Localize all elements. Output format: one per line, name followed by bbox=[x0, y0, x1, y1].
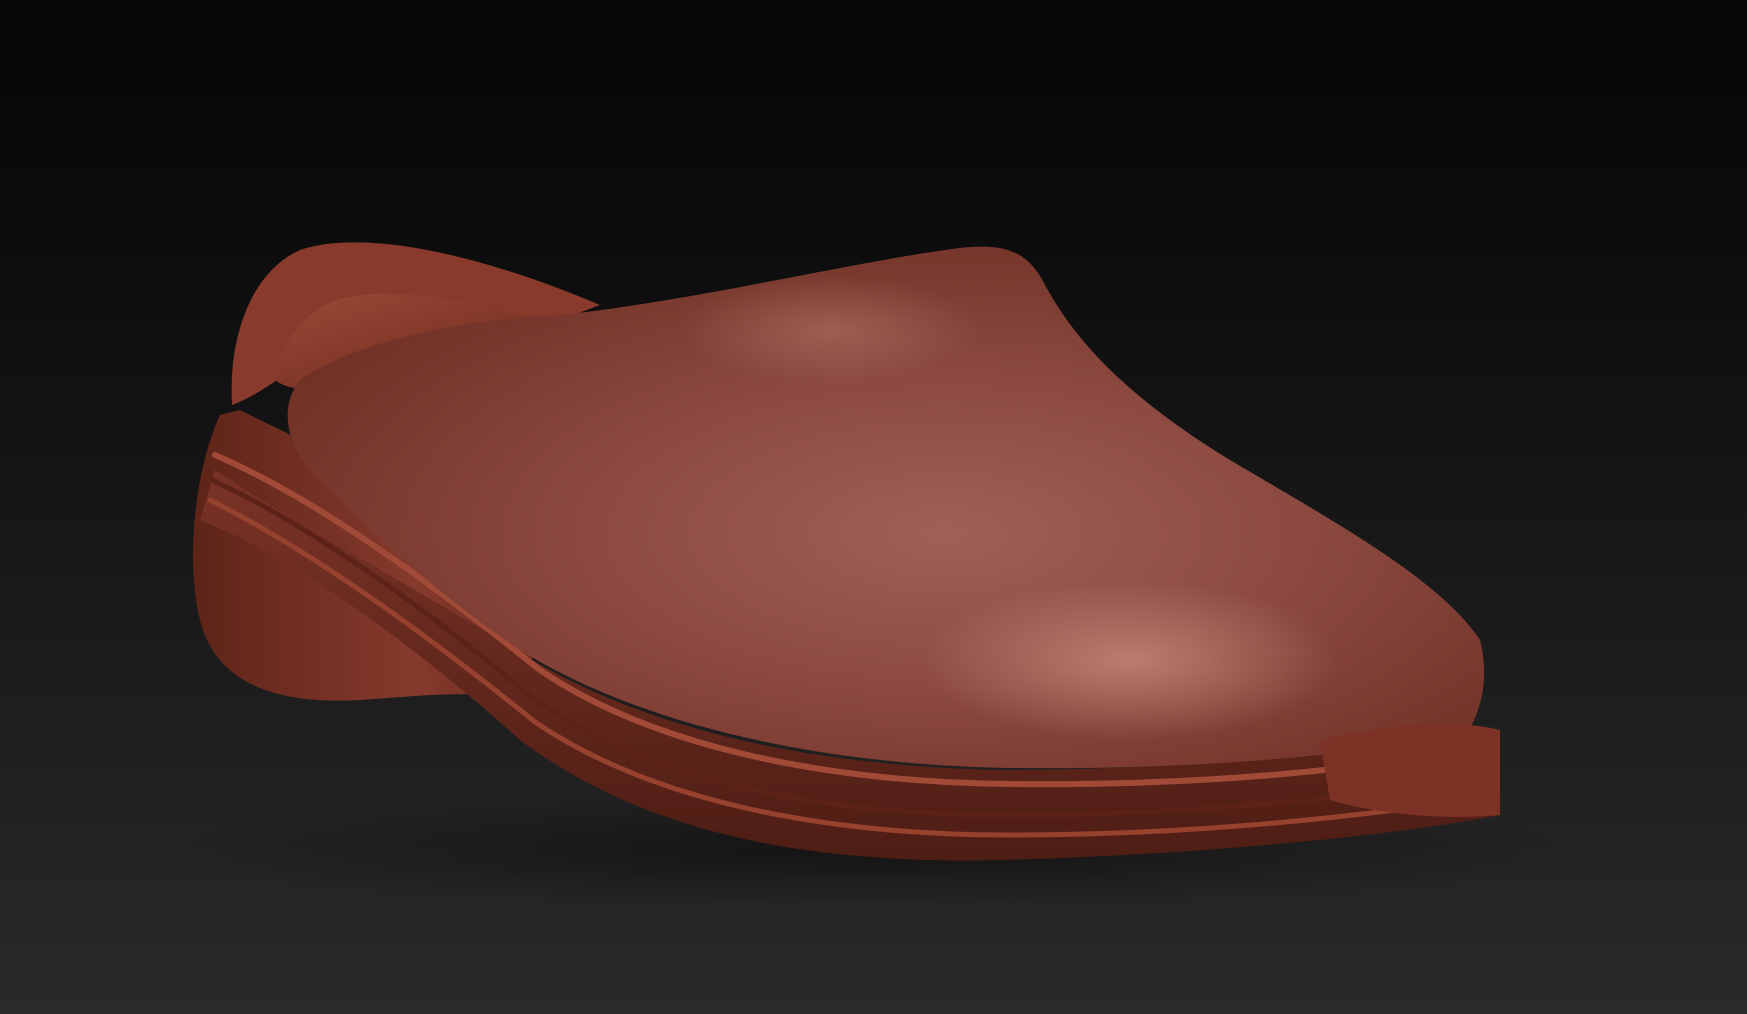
toe-tip[interactable] bbox=[1320, 724, 1500, 817]
viewport-canvas[interactable] bbox=[0, 0, 1747, 1014]
upper-specular-highlight bbox=[680, 275, 980, 385]
3d-viewport[interactable] bbox=[0, 0, 1747, 1014]
toe-specular-highlight bbox=[920, 580, 1340, 740]
